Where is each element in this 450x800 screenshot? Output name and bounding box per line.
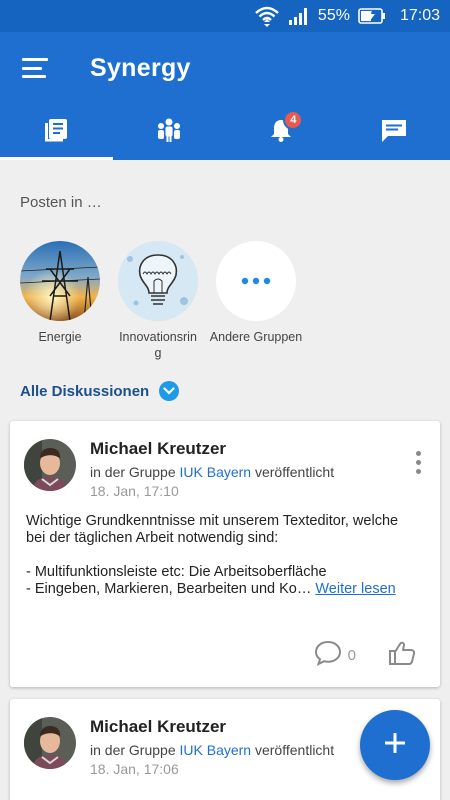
post-line: - Eingeben, Markieren, Bearbeiten und Ko… [26, 581, 424, 598]
meta-prefix: in der Gruppe [90, 742, 176, 758]
tab-messages[interactable] [338, 104, 450, 160]
meta-suffix: veröffentlicht [254, 742, 335, 758]
post-actions: 0 [314, 640, 416, 671]
power-lines-image [20, 241, 100, 321]
group-energie[interactable]: Energie [20, 241, 100, 361]
tab-bar: 4 [0, 104, 450, 160]
group-link[interactable]: IUK Bayern [180, 464, 252, 480]
thumbs-up-icon[interactable] [388, 640, 416, 671]
author-name[interactable]: Michael Kreutzer [90, 717, 334, 737]
battery-charging-icon [358, 8, 386, 24]
tab-people[interactable] [113, 104, 226, 160]
app-bar: Synergy [0, 32, 450, 104]
post-card[interactable]: Michael Kreutzer in der Gruppe IUK Bayer… [10, 421, 440, 687]
avatar[interactable] [24, 717, 76, 769]
feed-icon [43, 117, 69, 148]
filter-label: Alle Diskussionen [20, 382, 150, 400]
post-date: 18. Jan, 17:06 [90, 761, 179, 777]
post-header: Michael Kreutzer in der Gruppe IUK Bayer… [10, 421, 440, 499]
group-label: Innovationsring [119, 330, 197, 360]
avatar[interactable] [24, 439, 76, 491]
meta-prefix: in der Gruppe [90, 464, 176, 480]
people-icon [154, 117, 184, 148]
signal-icon [288, 7, 310, 25]
group-link[interactable]: IUK Bayern [180, 742, 252, 758]
wifi-icon [254, 5, 280, 27]
post-line-text: - Eingeben, Markieren, Bearbeiten und Ko… [26, 581, 312, 597]
comment-icon[interactable] [314, 640, 342, 671]
author-name[interactable]: Michael Kreutzer [90, 439, 334, 459]
menu-icon[interactable] [22, 58, 48, 78]
app-title: Synergy [90, 53, 191, 82]
post-date: 18. Jan, 17:10 [90, 483, 179, 499]
more-dots-icon [216, 241, 296, 321]
status-bar: 55% 17:03 [0, 0, 450, 32]
group-list: Energie Innovationsring Andere Gruppen [20, 241, 430, 361]
clock: 17:03 [399, 7, 440, 24]
post-line: bei der täglichen Arbeit notwendig sind: [26, 530, 279, 546]
lightbulb-image [118, 241, 198, 321]
post-in-label: Posten in … [20, 194, 102, 211]
post-meta: in der Gruppe IUK Bayern veröffentlicht [90, 742, 334, 758]
more-vert-icon[interactable] [416, 451, 422, 474]
comment-count: 0 [347, 647, 356, 664]
tab-feed[interactable] [0, 104, 113, 160]
post-line: Wichtige Grundkenntnisse mit unserem Tex… [26, 513, 399, 529]
group-label: Energie [38, 330, 82, 344]
group-more[interactable]: Andere Gruppen [210, 241, 302, 361]
tab-notifications[interactable]: 4 [225, 104, 338, 160]
read-more-link[interactable]: Weiter lesen [315, 581, 395, 597]
plus-icon [384, 732, 406, 759]
chevron-down-icon [159, 381, 180, 401]
discussion-filter[interactable]: Alle Diskussionen [0, 381, 450, 401]
meta-suffix: veröffentlicht [254, 464, 335, 480]
add-post-button[interactable] [360, 710, 430, 780]
group-innovationsring[interactable]: Innovationsring [118, 241, 198, 361]
post-line: - Multifunktionsleiste etc: Die Arbeitso… [26, 564, 327, 580]
post-meta: in der Gruppe IUK Bayern veröffentlicht [90, 464, 334, 480]
post-body: Wichtige Grundkenntnisse mit unserem Tex… [10, 499, 440, 598]
notification-badge: 4 [283, 110, 304, 130]
post-in-section: Posten in … Energie Innovationsring Ande… [0, 194, 450, 361]
group-label: Andere Gruppen [209, 330, 303, 344]
chat-icon [380, 117, 408, 148]
battery-percent: 55% [317, 7, 350, 24]
